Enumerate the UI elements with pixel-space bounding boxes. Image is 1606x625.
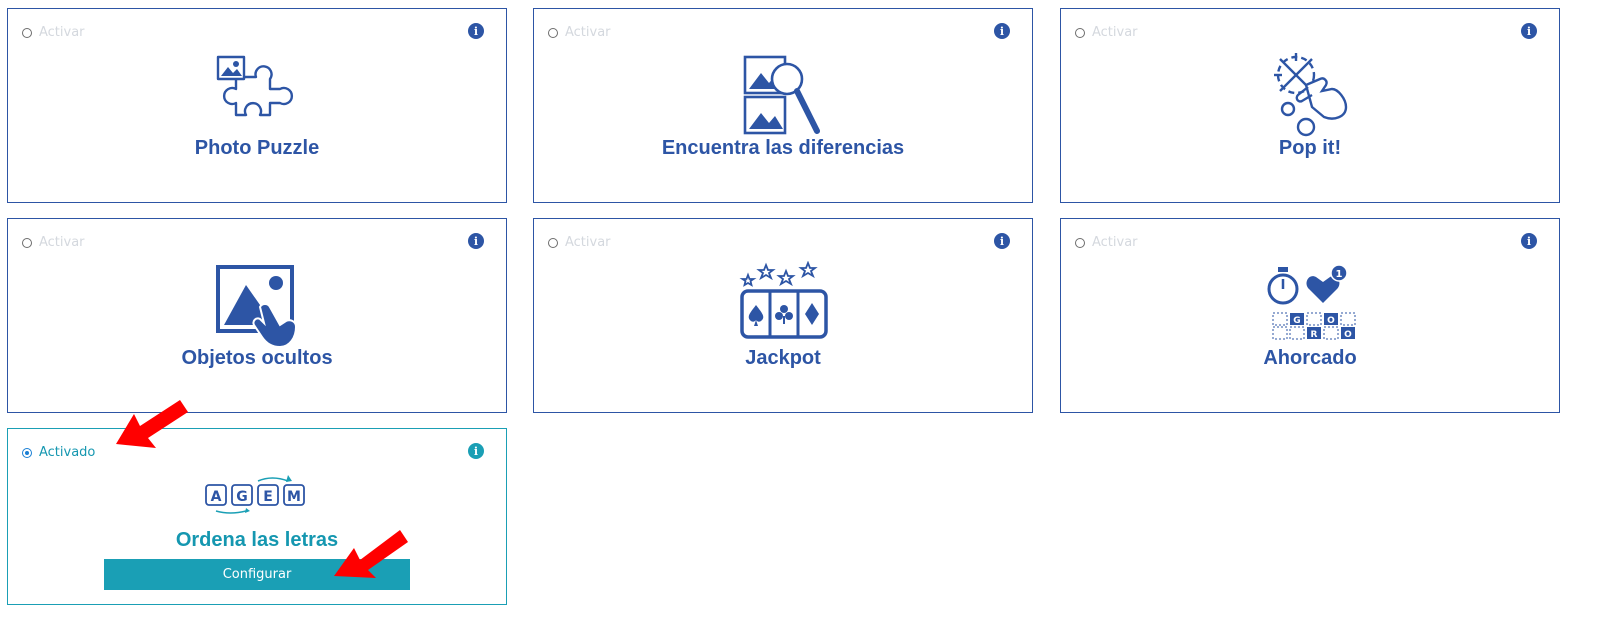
activate-radio-row[interactable]: Activar	[548, 25, 611, 40]
game-card-jackpot: Activar i Jackpot	[533, 218, 1033, 413]
game-card-hidden-objects: Activar i Objetos ocultos	[7, 218, 507, 413]
activate-radio[interactable]	[1075, 237, 1085, 248]
card-title: Jackpot	[745, 347, 821, 369]
card-title: Objetos ocultos	[181, 347, 333, 369]
jackpot-cards-icon	[534, 261, 1032, 343]
scramble-letter: M	[287, 489, 301, 505]
hangman-icon: 1 G O R O	[1061, 263, 1559, 343]
game-card-scramble-letters: Activado i A G E M Ordena las letras Con…	[7, 428, 507, 605]
annotation-arrow-icon	[116, 400, 188, 448]
find-differences-icon	[534, 55, 1032, 137]
scramble-letter: A	[211, 489, 222, 505]
hangman-letter: O	[1344, 330, 1352, 340]
activate-radio-row[interactable]: Activar	[22, 25, 85, 40]
activate-radio-row[interactable]: Activar	[22, 235, 85, 250]
activate-label[interactable]: Activar	[1092, 25, 1138, 40]
hangman-letter: R	[1311, 330, 1318, 340]
info-icon[interactable]: i	[468, 23, 484, 39]
card-title: Photo Puzzle	[194, 137, 320, 159]
lives-badge: 1	[1336, 269, 1343, 280]
card-title: Ordena las letras	[175, 529, 339, 551]
info-icon[interactable]: i	[468, 443, 484, 459]
activate-label[interactable]: Activar	[1092, 235, 1138, 250]
activated-radio[interactable]	[22, 447, 32, 458]
activate-radio-row[interactable]: Activar	[1075, 25, 1138, 40]
card-title: Encuentra las diferencias	[661, 137, 905, 159]
game-card-find-differences: Activar i Encuentra las diferencias	[533, 8, 1033, 203]
scramble-letters-icon: A G E M	[8, 475, 506, 517]
activate-radio-row[interactable]: Activar	[1075, 235, 1138, 250]
activate-radio[interactable]	[22, 237, 32, 248]
activated-radio-row[interactable]: Activado	[22, 445, 95, 460]
info-icon[interactable]: i	[994, 23, 1010, 39]
activate-label[interactable]: Activar	[39, 25, 85, 40]
pop-bubbles-icon	[1061, 51, 1559, 137]
activate-radio[interactable]	[1075, 27, 1085, 38]
activate-radio[interactable]	[548, 27, 558, 38]
puzzle-photo-icon	[8, 55, 506, 135]
card-title: Pop it!	[1278, 137, 1342, 159]
game-card-pop-it: Activar i Pop it!	[1060, 8, 1560, 203]
card-title: Ahorcado	[1263, 347, 1357, 369]
game-card-hangman: Activar i 1 G O R O Ahorcado	[1060, 218, 1560, 413]
info-icon[interactable]: i	[468, 233, 484, 249]
hangman-letter: G	[1293, 316, 1300, 326]
info-icon[interactable]: i	[1521, 233, 1537, 249]
activated-label[interactable]: Activado	[39, 445, 95, 460]
activate-label[interactable]: Activar	[39, 235, 85, 250]
activate-radio[interactable]	[548, 237, 558, 248]
hangman-letter: O	[1327, 316, 1335, 326]
hidden-objects-icon	[8, 263, 506, 349]
game-card-photo-puzzle: Activar i Photo Puzzle	[7, 8, 507, 203]
activate-radio[interactable]	[22, 27, 32, 38]
activate-label[interactable]: Activar	[565, 235, 611, 250]
activate-label[interactable]: Activar	[565, 25, 611, 40]
info-icon[interactable]: i	[994, 233, 1010, 249]
scramble-letter: E	[263, 489, 273, 505]
annotation-arrow-icon	[334, 530, 408, 578]
info-icon[interactable]: i	[1521, 23, 1537, 39]
scramble-letter: G	[236, 489, 248, 505]
activate-radio-row[interactable]: Activar	[548, 235, 611, 250]
